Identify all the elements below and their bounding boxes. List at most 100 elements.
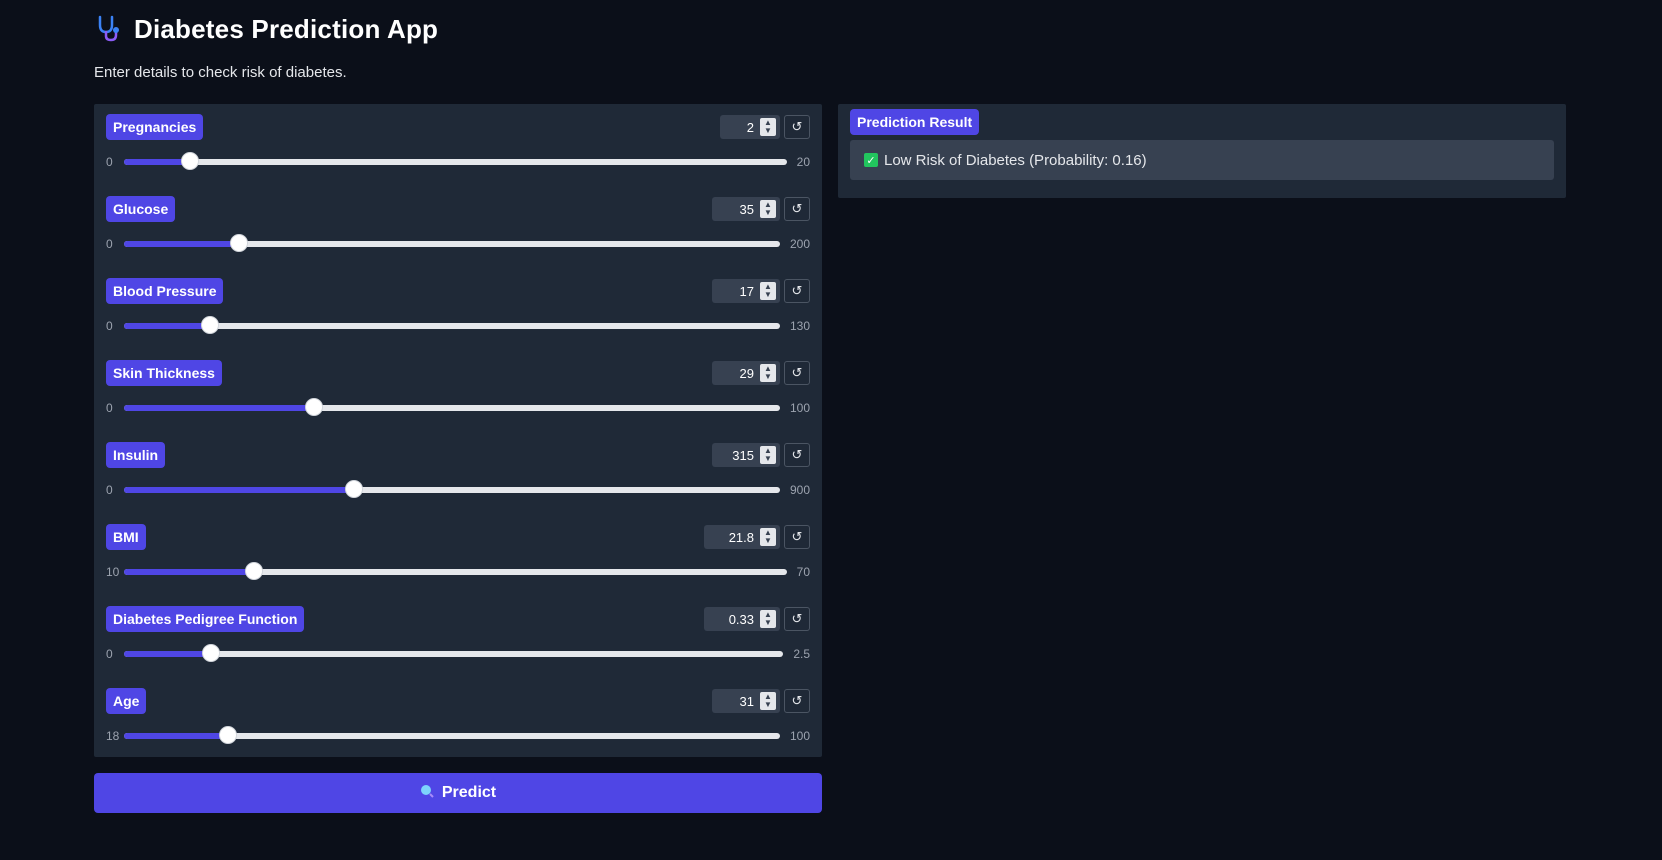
slider-header: Age 31 ▲ ▼ ↺ [106,688,810,714]
reset-button[interactable]: ↺ [784,197,810,221]
slider-track[interactable] [124,152,787,170]
spinner-icon[interactable]: ▲ ▼ [760,200,776,218]
slider-row: 10 70 [106,562,810,582]
number-value: 21.8 [728,529,754,545]
number-value: 35 [739,201,754,217]
predict-button[interactable]: Predict [94,773,822,813]
slider-track[interactable] [124,480,780,498]
slider-min: 0 [106,155,113,169]
spinner-icon[interactable]: ▲ ▼ [760,692,776,710]
slider-track[interactable] [124,234,780,252]
slider-row: 0 200 [106,234,810,254]
number-input[interactable]: 21.8 ▲ ▼ [704,525,780,549]
slider-track[interactable] [124,316,780,334]
slider-fill [124,405,315,411]
slider-fill [124,569,255,575]
slider-blood-pressure: Blood Pressure 17 ▲ ▼ ↺ 0 130 [106,278,810,360]
number-controls: 315 ▲ ▼ ↺ [712,443,810,467]
number-input[interactable]: 17 ▲ ▼ [712,279,780,303]
slider-row: 0 130 [106,316,810,336]
reset-button[interactable]: ↺ [784,279,810,303]
reset-icon: ↺ [791,283,803,298]
slider-glucose: Glucose 35 ▲ ▼ ↺ 0 200 [106,196,810,278]
slider-min: 0 [106,237,113,251]
slider-header: Diabetes Pedigree Function 0.33 ▲ ▼ ↺ [106,606,810,632]
slider-max: 100 [789,729,810,743]
slider-track[interactable] [124,398,780,416]
predict-button-label: Predict [441,784,497,801]
spinner-icon[interactable]: ▲ ▼ [760,118,776,136]
slider-label: Pregnancies [106,114,204,140]
slider-fill [124,487,354,493]
reset-icon: ↺ [791,201,803,216]
reset-button[interactable]: ↺ [784,525,810,549]
slider-thumb[interactable] [344,480,363,498]
slider-thumb[interactable] [245,562,264,580]
reset-icon: ↺ [791,447,803,462]
number-input[interactable]: 315 ▲ ▼ [712,443,780,467]
slider-label: Blood Pressure [106,278,224,304]
reset-button[interactable]: ↺ [784,689,810,713]
spinner-icon[interactable]: ▲ ▼ [760,282,776,300]
slider-track[interactable] [124,726,780,744]
number-input[interactable]: 31 ▲ ▼ [712,689,780,713]
number-value: 17 [739,283,754,299]
slider-header: Skin Thickness 29 ▲ ▼ ↺ [106,360,810,386]
spinner-icon[interactable]: ▲ ▼ [760,610,776,628]
number-value: 29 [739,365,754,381]
slider-min: 0 [106,483,113,497]
number-value: 315 [732,447,754,463]
slider-row: 18 100 [106,726,810,746]
slider-thumb[interactable] [218,726,237,744]
number-input[interactable]: 29 ▲ ▼ [712,361,780,385]
app-container: Diabetes Prediction App Enter details to… [94,0,1566,813]
stethoscope-icon [94,14,124,44]
number-controls: 31 ▲ ▼ ↺ [712,689,810,713]
reset-icon: ↺ [791,611,803,626]
slider-pregnancies: Pregnancies 2 ▲ ▼ ↺ 0 20 [106,114,810,196]
number-controls: 17 ▲ ▼ ↺ [712,279,810,303]
slider-thumb[interactable] [200,316,219,334]
slider-thumb[interactable] [305,398,324,416]
slider-track[interactable] [124,562,787,580]
slider-min: 18 [106,729,120,743]
number-value: 2 [746,119,754,135]
slider-min: 0 [106,647,113,661]
spinner-icon[interactable]: ▲ ▼ [760,446,776,464]
slider-fill [124,651,212,657]
result-text: Low Risk of Diabetes (Probability: 0.16) [884,151,1147,169]
slider-thumb[interactable] [229,234,248,252]
inputs-panel: Pregnancies 2 ▲ ▼ ↺ 0 20 Glucose 35 ▲ ▼ ↺ 0 200 Blood … [94,104,822,757]
slider-max: 130 [789,319,810,333]
reset-icon: ↺ [791,365,803,380]
reset-button[interactable]: ↺ [784,607,810,631]
result-panel: Prediction Result ✓ Low Risk of Diabetes… [838,104,1566,198]
slider-bmi: BMI 21.8 ▲ ▼ ↺ 10 70 [106,524,810,606]
result-column: Prediction Result ✓ Low Risk of Diabetes… [838,104,1566,198]
spinner-icon[interactable]: ▲ ▼ [760,364,776,382]
number-controls: 29 ▲ ▼ ↺ [712,361,810,385]
slider-label: BMI [106,524,146,550]
reset-button[interactable]: ↺ [784,443,810,467]
number-input[interactable]: 35 ▲ ▼ [712,197,780,221]
number-input[interactable]: 2 ▲ ▼ [720,115,780,139]
number-input[interactable]: 0.33 ▲ ▼ [704,607,780,631]
slider-thumb[interactable] [181,152,200,170]
slider-track[interactable] [124,644,784,662]
slider-thumb[interactable] [202,644,221,662]
slider-fill [124,241,239,247]
slider-max: 200 [789,237,810,251]
reset-icon: ↺ [791,119,803,134]
reset-button[interactable]: ↺ [784,361,810,385]
slider-header: BMI 21.8 ▲ ▼ ↺ [106,524,810,550]
slider-header: Blood Pressure 17 ▲ ▼ ↺ [106,278,810,304]
spinner-icon[interactable]: ▲ ▼ [760,528,776,546]
slider-max: 900 [789,483,810,497]
slider-row: 0 2.5 [106,644,810,664]
slider-age: Age 31 ▲ ▼ ↺ 18 100 [106,688,810,770]
reset-button[interactable]: ↺ [784,115,810,139]
check-box-icon: ✓ [864,153,878,167]
number-controls: 21.8 ▲ ▼ ↺ [704,525,810,549]
number-value: 31 [739,693,754,709]
inputs-column: Pregnancies 2 ▲ ▼ ↺ 0 20 Glucose 35 ▲ ▼ ↺ 0 200 Blood … [94,104,822,813]
